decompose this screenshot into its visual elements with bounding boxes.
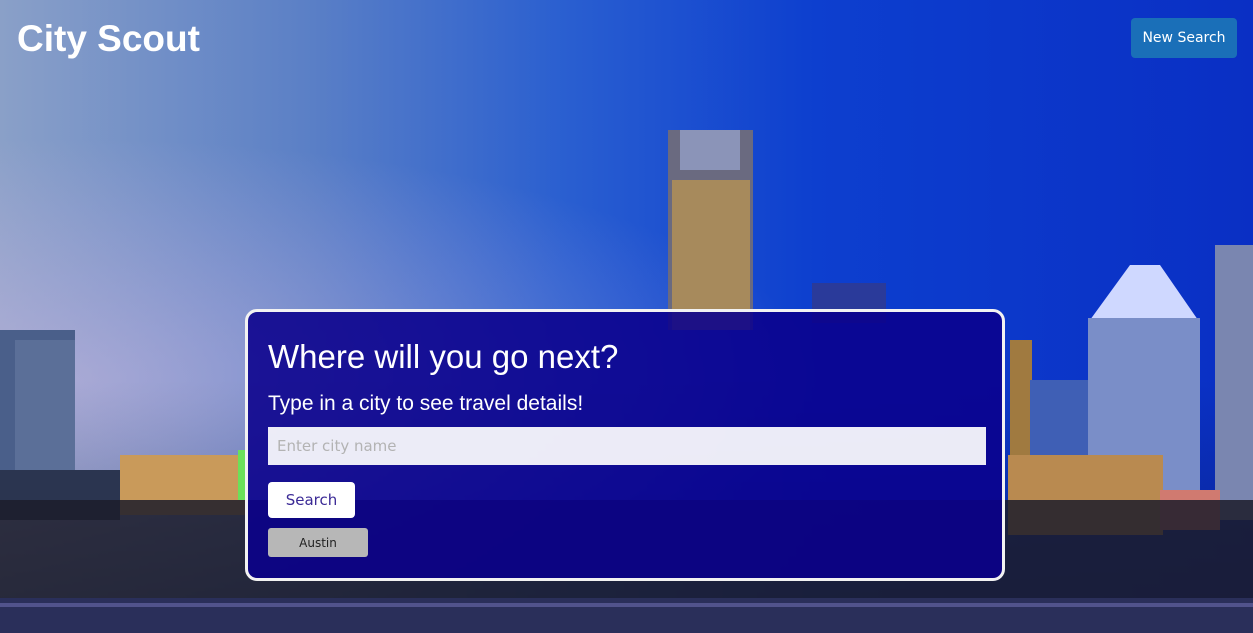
panel-subheading: Type in a city to see travel details! bbox=[268, 392, 584, 415]
city-search-input[interactable] bbox=[268, 427, 986, 465]
new-search-button[interactable]: New Search bbox=[1131, 18, 1237, 58]
site-title: City Scout bbox=[17, 18, 200, 59]
search-panel: Where will you go next? Type in a city t… bbox=[245, 309, 1005, 581]
search-history-item-austin[interactable]: Austin bbox=[268, 528, 368, 557]
search-button[interactable]: Search bbox=[268, 482, 355, 518]
panel-heading: Where will you go next? bbox=[268, 338, 619, 375]
